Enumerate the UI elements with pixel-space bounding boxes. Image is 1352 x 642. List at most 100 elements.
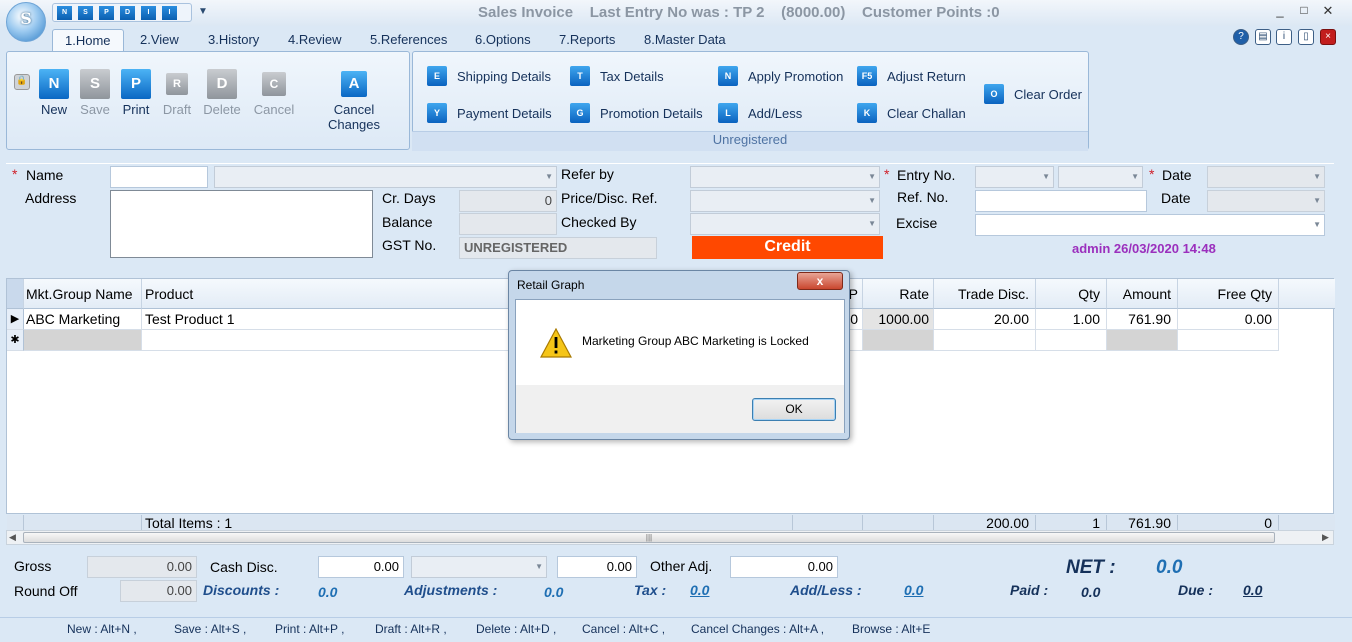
quick-draft-icon[interactable]: D bbox=[120, 6, 135, 20]
excise-label: Excise bbox=[896, 215, 938, 231]
printer-icon[interactable]: ▤ bbox=[1255, 29, 1271, 45]
delete-button[interactable]: D Delete bbox=[203, 69, 241, 117]
payment-details-icon: Y bbox=[427, 103, 447, 123]
app-logo-icon[interactable]: S bbox=[6, 2, 46, 42]
refer-by-select[interactable]: ▼ bbox=[690, 166, 880, 188]
other-adj-field[interactable]: 0.00 bbox=[730, 556, 838, 578]
clear-order-button[interactable]: O Clear Order bbox=[984, 84, 1082, 104]
horizontal-scrollbar[interactable]: ◀ ||| ▶ bbox=[6, 530, 1334, 545]
header-trade-disc[interactable]: Trade Disc. bbox=[934, 279, 1036, 309]
address-field[interactable] bbox=[110, 190, 373, 258]
new-cell-mkt-group[interactable] bbox=[24, 330, 142, 351]
header-amount[interactable]: Amount bbox=[1107, 279, 1178, 309]
due-value-link[interactable]: 0.0 bbox=[1243, 582, 1262, 598]
cash-disc-percent-field[interactable]: 0.00 bbox=[557, 556, 637, 578]
ref-date-field[interactable]: ▼ bbox=[1207, 190, 1325, 212]
new-cell-free-qty[interactable] bbox=[1178, 330, 1279, 351]
help-icon[interactable]: ? bbox=[1233, 29, 1249, 45]
name-field[interactable] bbox=[110, 166, 208, 188]
adjustments-value: 0.0 bbox=[544, 584, 564, 600]
tax-details-button[interactable]: T Tax Details bbox=[570, 66, 664, 86]
gst-label: GST No. bbox=[382, 237, 437, 253]
excise-select[interactable]: ▼ bbox=[975, 214, 1325, 236]
save-label: Save bbox=[80, 102, 110, 117]
header-mkt-group[interactable]: Mkt.Group Name bbox=[24, 279, 142, 309]
customer-select[interactable]: ▼ bbox=[214, 166, 557, 188]
header-rate[interactable]: Rate bbox=[863, 279, 934, 309]
addless-label: Add/Less : bbox=[790, 582, 862, 598]
tab-review[interactable]: 4.Review bbox=[276, 29, 353, 51]
new-row-selector[interactable]: ✱ bbox=[7, 330, 24, 351]
tab-view[interactable]: 2.View bbox=[128, 29, 191, 51]
ref-no-field[interactable] bbox=[975, 190, 1147, 212]
scroll-left-icon[interactable]: ◀ bbox=[9, 532, 16, 543]
draft-button[interactable]: R Draft bbox=[161, 69, 193, 117]
apply-promotion-button[interactable]: N Apply Promotion bbox=[718, 66, 843, 86]
print-button[interactable]: P Print bbox=[120, 69, 152, 117]
minimize-button[interactable]: _ bbox=[1270, 3, 1290, 18]
new-cell-rate[interactable] bbox=[863, 330, 934, 351]
checked-by-select[interactable]: ▼ bbox=[690, 213, 880, 235]
scroll-thumb[interactable]: ||| bbox=[23, 532, 1275, 543]
tab-home[interactable]: 1.Home bbox=[52, 29, 124, 51]
new-cell-qty[interactable] bbox=[1036, 330, 1107, 351]
cash-disc-field[interactable]: 0.00 bbox=[318, 556, 404, 578]
cancel-changes-button[interactable]: A Cancel Changes bbox=[307, 69, 401, 132]
customize-toolbar-icon[interactable]: ▼ bbox=[198, 6, 208, 17]
maximize-button[interactable]: □ bbox=[1294, 3, 1314, 17]
hotkey-cancel-changes: Cancel Changes : Alt+A , bbox=[691, 622, 825, 636]
shipping-details-button[interactable]: E Shipping Details bbox=[427, 66, 551, 86]
tab-references[interactable]: 5.References bbox=[358, 29, 459, 51]
add-less-button[interactable]: L Add/Less bbox=[718, 103, 802, 123]
adjust-return-button[interactable]: F5 Adjust Return bbox=[857, 66, 966, 86]
net-value: 0.0 bbox=[1156, 557, 1183, 578]
cancel-button[interactable]: C Cancel bbox=[253, 69, 295, 117]
price-ref-select[interactable]: ▼ bbox=[690, 190, 880, 212]
dialog-body: Marketing Group ABC Marketing is Locked … bbox=[515, 299, 845, 433]
addless-value-link[interactable]: 0.0 bbox=[904, 582, 923, 598]
document-icon[interactable]: ▯ bbox=[1298, 29, 1314, 45]
cell-trade-disc[interactable]: 20.00 bbox=[934, 309, 1036, 330]
round-off-field: 0.00 bbox=[120, 580, 197, 602]
dialog-close-button[interactable]: x bbox=[797, 272, 843, 290]
cell-free-qty[interactable]: 0.00 bbox=[1178, 309, 1279, 330]
new-cell-trade-disc[interactable] bbox=[934, 330, 1036, 351]
row-selector[interactable]: ▶ bbox=[7, 309, 24, 330]
header-free-qty[interactable]: Free Qty bbox=[1178, 279, 1279, 309]
payment-details-button[interactable]: Y Payment Details bbox=[427, 103, 552, 123]
info-icon[interactable]: i bbox=[1276, 29, 1292, 45]
hotkey-draft: Draft : Alt+R , bbox=[375, 622, 447, 636]
promotion-details-button[interactable]: G Promotion Details bbox=[570, 103, 703, 123]
tab-master-data[interactable]: 8.Master Data bbox=[632, 29, 738, 51]
quick-save-icon[interactable]: S bbox=[78, 6, 93, 20]
save-button[interactable]: S Save bbox=[79, 69, 111, 117]
lock-icon: 🔒 bbox=[14, 74, 30, 90]
cell-qty[interactable]: 1.00 bbox=[1036, 309, 1107, 330]
new-button[interactable]: N New bbox=[38, 69, 70, 117]
tax-value-link[interactable]: 0.0 bbox=[690, 582, 709, 598]
clear-challan-button[interactable]: K Clear Challan bbox=[857, 103, 966, 123]
exit-icon[interactable]: × bbox=[1320, 29, 1336, 45]
cr-days-field[interactable]: 0 bbox=[459, 190, 557, 212]
tab-history[interactable]: 3.History bbox=[196, 29, 271, 51]
tab-reports[interactable]: 7.Reports bbox=[547, 29, 627, 51]
quick-info2-icon[interactable]: I bbox=[162, 6, 177, 20]
credit-button[interactable]: Credit bbox=[692, 236, 883, 259]
header-qty[interactable]: Qty bbox=[1036, 279, 1107, 309]
close-button[interactable]: ✕ bbox=[1318, 3, 1338, 19]
cell-rate[interactable]: 1000.00 bbox=[863, 309, 934, 330]
add-less-icon: L bbox=[718, 103, 738, 123]
quick-print-icon[interactable]: P bbox=[99, 6, 114, 20]
scroll-right-icon[interactable]: ▶ bbox=[1322, 532, 1329, 543]
new-cell-amount[interactable] bbox=[1107, 330, 1178, 351]
quick-new-icon[interactable]: N bbox=[57, 6, 72, 20]
tab-options[interactable]: 6.Options bbox=[463, 29, 543, 51]
entry-prefix-select[interactable]: ▼ bbox=[975, 166, 1054, 188]
entry-no-select[interactable]: ▼ bbox=[1058, 166, 1143, 188]
cell-amount[interactable]: 761.90 bbox=[1107, 309, 1178, 330]
ok-button[interactable]: OK bbox=[752, 398, 836, 421]
cash-disc-type-select[interactable]: ▼ bbox=[411, 556, 547, 578]
quick-info-icon[interactable]: I bbox=[141, 6, 156, 20]
cell-mkt-group[interactable]: ABC Marketing bbox=[24, 309, 142, 330]
date-field[interactable]: ▼ bbox=[1207, 166, 1325, 188]
